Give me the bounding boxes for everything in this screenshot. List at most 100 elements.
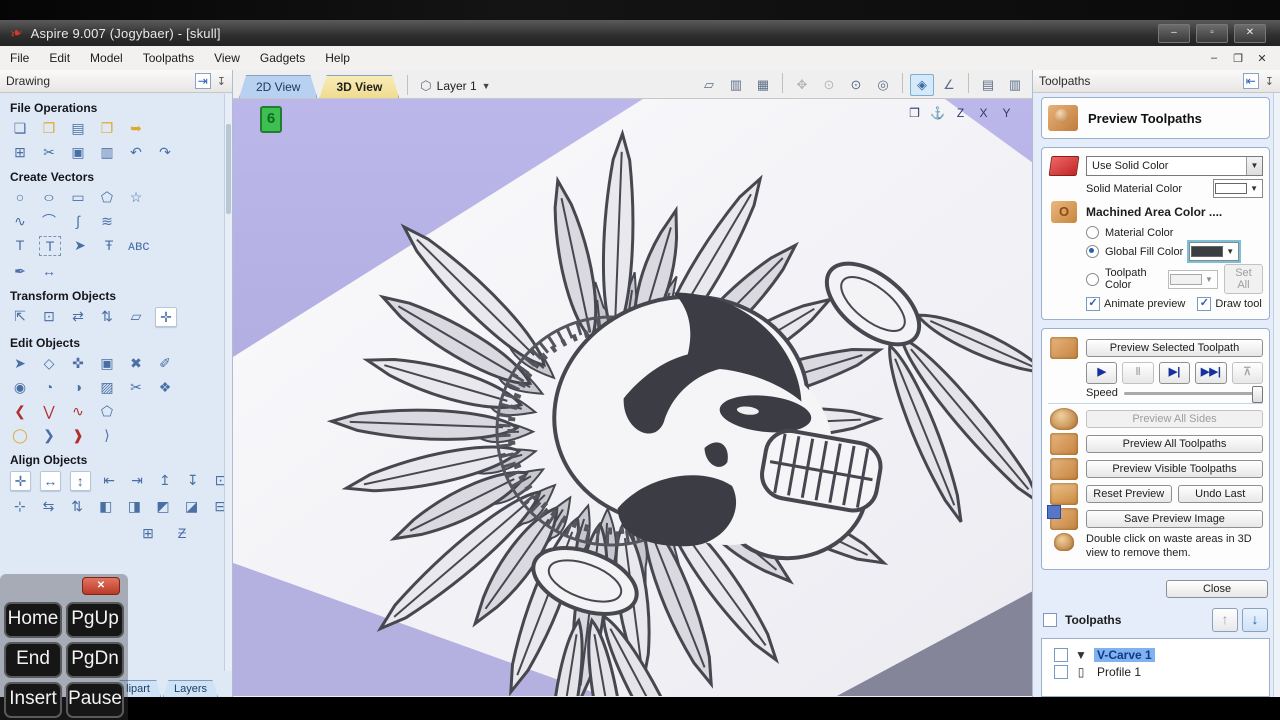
tab-layers[interactable]: Layers [163,680,218,697]
align-left-icon[interactable]: ⇤ [100,471,119,489]
draw-curve-icon[interactable]: ∫ [68,212,88,230]
center-in-material-icon[interactable]: ✛ [155,307,177,327]
reset-preview-button[interactable]: Reset Preview [1086,485,1172,503]
pan-view-icon[interactable]: ✥ [790,74,814,96]
trace-bitmap-icon[interactable]: ✒ [10,262,30,280]
3d-view-canvas[interactable]: 6 ❒⚓ZXY [233,99,1033,697]
preview-all-toolpaths-button[interactable]: Preview All Toolpaths [1086,435,1263,453]
maximize-button[interactable]: ▫ [1196,24,1228,43]
draw-text-icon[interactable]: T [10,236,30,254]
node-ellipse-icon[interactable]: ◯ [10,426,30,444]
select-cursor-icon[interactable]: ➤ [10,354,30,372]
close-button[interactable]: Close [1166,580,1268,598]
toolpath-color-dropdown[interactable]: ▼ [1168,270,1218,289]
step-button[interactable]: ▶| [1159,362,1190,384]
snap-grid-icon[interactable]: ▦ [751,74,775,96]
align-edge-left-icon[interactable]: ◧ [96,497,116,515]
dock-panel-icon[interactable]: ⇤ [1243,73,1259,89]
save-preview-image-button[interactable]: Save Preview Image [1086,510,1263,528]
intersect-vectors-icon[interactable]: ◑ [68,378,88,396]
preview-selected-toolpath-button[interactable]: Preview Selected Toolpath [1086,339,1263,357]
menu-model[interactable]: Model [80,48,133,68]
screencast-overlay-titlebar[interactable]: ✕ [0,574,128,598]
zigzag-gadget-icon[interactable]: Ƶ [172,524,192,542]
move-toolpath-up-button[interactable]: ↑ [1212,608,1238,632]
weld-vectors-icon[interactable]: ◉ [10,378,30,396]
hatch-fill-icon[interactable]: ▨ [97,378,117,396]
measure-angle-icon[interactable]: ∠ [937,74,961,96]
iso-view-icon[interactable]: ❒ [906,105,923,122]
set-all-button[interactable]: Set All [1224,264,1263,294]
text-on-curve-icon[interactable]: Ŧ [99,236,119,254]
trim-vectors-icon[interactable]: ✂ [126,378,146,396]
undo-last-button[interactable]: Undo Last [1178,485,1264,503]
toolpath-color-radio[interactable] [1086,273,1099,286]
menu-toolpaths[interactable]: Toolpaths [133,48,204,68]
draw-polyline-icon[interactable]: ∿ [10,212,30,230]
menu-edit[interactable]: Edit [39,48,80,68]
arc-text-icon[interactable]: ᴀʙᴄ [128,236,148,254]
group-objects-icon[interactable]: ▣ [97,354,117,372]
measure-tool-icon[interactable]: ✐ [155,354,175,372]
draw-tool-checkbox[interactable]: ✓ [1197,297,1211,311]
dock-panel-icon[interactable]: ⇥ [195,73,211,89]
draw-ellipse-icon[interactable]: ○ [35,188,64,206]
pin-panel-icon[interactable]: ↧ [217,75,226,88]
toolpath-item[interactable]: ▯Profile 1 [1054,665,1265,679]
open-file-icon[interactable]: ❐ [39,119,59,137]
toolpath-checkbox[interactable] [1054,648,1068,662]
z-axis-view-icon[interactable]: Z [952,105,969,122]
align-edge-right-icon[interactable]: ◨ [125,497,145,515]
fillet-tool-icon[interactable]: ❖ [155,378,175,396]
menu-view[interactable]: View [204,48,250,68]
draw-star-icon[interactable]: ☆ [126,188,146,206]
stretch-h-icon[interactable]: ⇄ [68,307,88,325]
move-toolpath-down-button[interactable]: ↓ [1242,608,1268,632]
align-material-h-icon[interactable]: ⇆ [39,497,59,515]
speed-slider[interactable] [1124,392,1263,395]
mdi-minimize-button[interactable]: – [1206,52,1222,65]
save-file-icon[interactable]: ▤ [68,119,88,137]
draw-text-box-icon[interactable]: T [39,236,61,256]
mdi-close-button[interactable]: ✕ [1254,52,1270,65]
restart-button[interactable]: ⊼ [1232,362,1263,384]
global-fill-color-dropdown[interactable]: ▼ [1189,242,1239,261]
overlay-close-button[interactable]: ✕ [82,577,120,595]
align-edge-bottom-icon[interactable]: ◪ [182,497,202,515]
align-bottom-icon[interactable]: ↧ [183,471,202,489]
menu-file[interactable]: File [0,48,39,68]
minimize-button[interactable]: – [1158,24,1190,43]
mdi-restore-button[interactable]: ❐ [1230,52,1246,65]
fit-curve-icon[interactable]: ∿ [68,402,88,420]
open-angle-icon[interactable]: ❮ [10,402,30,420]
draw-polygon-icon[interactable]: ⬠ [97,188,117,206]
nesting-gadget-icon[interactable]: ⊞ [138,524,158,542]
snap-guides-icon[interactable]: ▥ [724,74,748,96]
align-material-center-icon[interactable]: ⊹ [10,497,30,515]
pin-panel-icon[interactable]: ↧ [1265,75,1274,88]
menu-help[interactable]: Help [315,48,360,68]
y-axis-view-icon[interactable]: Y [998,105,1015,122]
draw-arc-icon[interactable]: ⌒ [39,212,59,230]
stretch-v-icon[interactable]: ⇅ [97,307,117,325]
redo-icon[interactable]: ↷ [155,143,175,161]
drawing-panel-scrollbar[interactable] [224,94,232,671]
x-axis-view-icon[interactable]: X [975,105,992,122]
copy-icon[interactable]: ▣ [68,143,88,161]
tile-windows-v-icon[interactable]: ▥ [1003,74,1027,96]
snap-objects-icon[interactable]: ▱ [697,74,721,96]
subtract-vectors-icon[interactable]: ◔ [39,378,59,396]
animate-preview-checkbox[interactable]: ✓ [1086,297,1100,311]
global-fill-color-radio[interactable] [1086,245,1099,258]
align-center-icon[interactable]: ✛ [10,471,31,491]
arc-segment-icon[interactable]: ❯ [39,426,59,444]
toolpath-checkbox[interactable] [1054,665,1068,679]
transform-cursor-icon[interactable]: ✜ [68,354,88,372]
cut-icon[interactable]: ✂ [39,143,59,161]
cusp-segment-icon[interactable]: ⟩ [97,426,117,444]
toolpaths-panel-scrollbar[interactable] [1273,93,1280,697]
import-vectors-icon[interactable]: ❒ [97,119,117,137]
zoom-box-icon[interactable]: ⊙ [844,74,868,96]
undo-icon[interactable]: ↶ [126,143,146,161]
close-vector-icon[interactable]: ⬠ [97,402,117,420]
